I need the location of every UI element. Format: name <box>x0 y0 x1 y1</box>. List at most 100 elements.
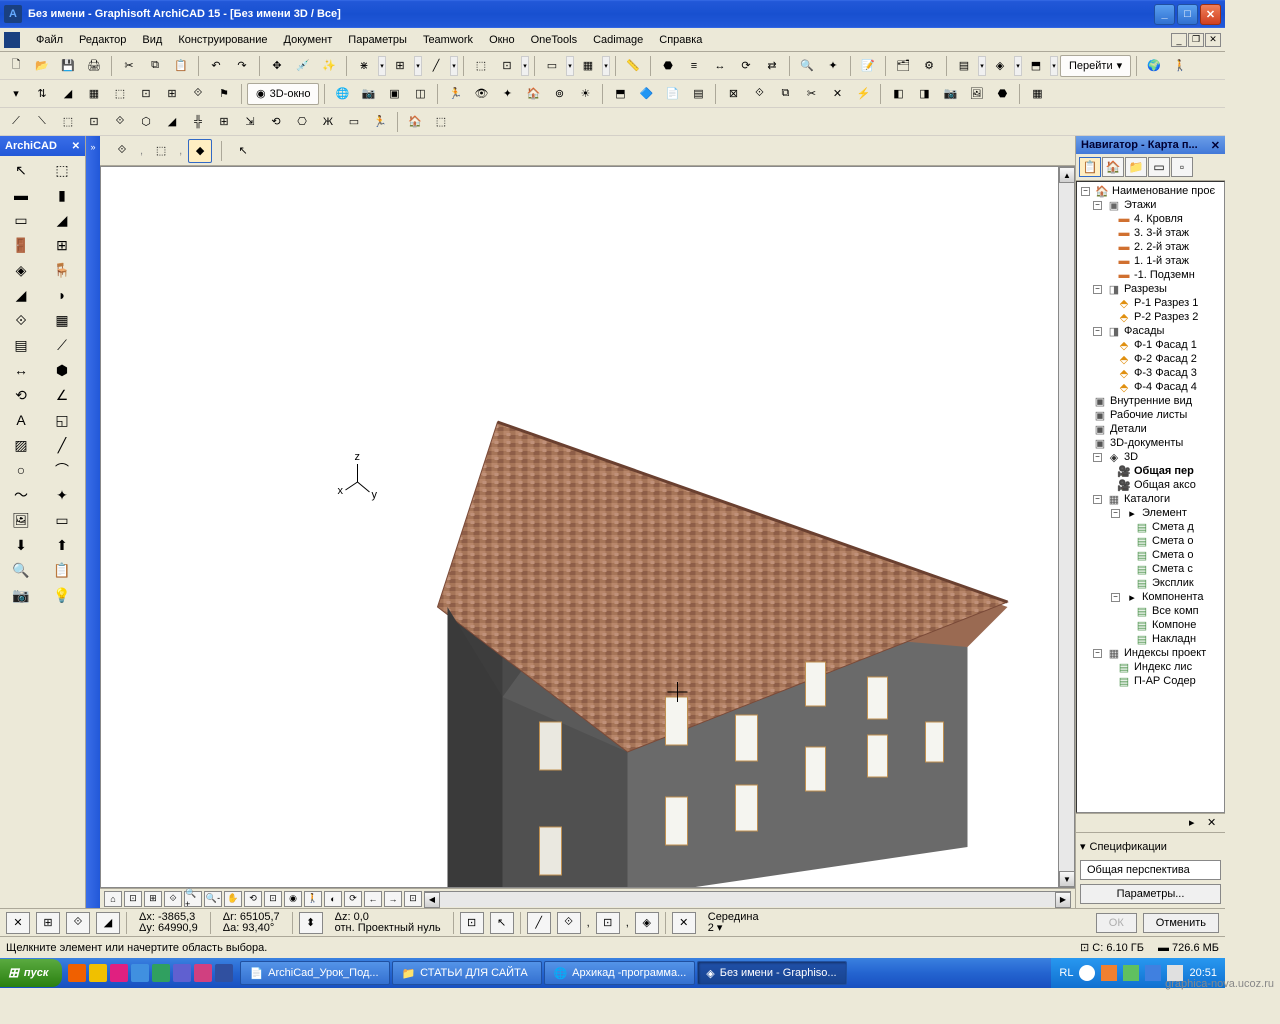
tree-project[interactable]: −🏠Наименование проє <box>1079 184 1222 198</box>
tree-elev-2[interactable]: ⬘Ф-2 Фасад 2 <box>1115 352 1222 366</box>
ql-icon-8[interactable] <box>215 964 233 982</box>
btn-e4[interactable]: ✂ <box>799 82 823 106</box>
tree-3d-axo[interactable]: 🎥Общая аксо <box>1115 478 1222 492</box>
btn-a9[interactable]: ⚑ <box>212 82 236 106</box>
menu-construction[interactable]: Конструирование <box>170 31 275 49</box>
menu-cadimage[interactable]: Cadimage <box>585 31 651 49</box>
btn-d4[interactable]: ▤ <box>686 82 710 106</box>
door-tool[interactable]: 🚪 <box>2 233 40 257</box>
tree-co-1[interactable]: ▤Все комп <box>1133 604 1222 618</box>
walk-icon[interactable]: 🚶 <box>1168 54 1192 78</box>
menu-file[interactable]: Файл <box>28 31 71 49</box>
attrib-icon[interactable]: ⚙ <box>917 54 941 78</box>
btn-f3[interactable]: 📷 <box>938 82 962 106</box>
btn-a6[interactable]: ⊡ <box>134 82 158 106</box>
vbt-6[interactable]: 🔍- <box>204 891 222 907</box>
tree-elevations[interactable]: −◨Фасады <box>1091 324 1222 338</box>
btn-f1[interactable]: ◧ <box>886 82 910 106</box>
vbt-9[interactable]: ⊡ <box>264 891 282 907</box>
tree-sections[interactable]: −◨Разрезы <box>1091 282 1222 296</box>
coord-btn-9[interactable]: ⊡ <box>596 912 620 934</box>
radial-tool[interactable]: ⟲ <box>2 383 40 407</box>
cut-icon[interactable]: ✂ <box>117 54 141 78</box>
vbt-10[interactable]: ◉ <box>284 891 302 907</box>
new-icon[interactable]: 🗋 <box>4 54 28 78</box>
tray-icon-3[interactable] <box>1123 965 1139 981</box>
find-icon[interactable]: 🔍 <box>795 54 819 78</box>
vbt-13[interactable]: ⟳ <box>344 891 362 907</box>
stair-tool[interactable]: ⟋ <box>43 333 81 357</box>
btn-a1[interactable]: ▾ <box>4 82 28 106</box>
task-2[interactable]: 📁 СТАТЬИ ДЛЯ САЙТА <box>392 961 542 985</box>
3d-viewport[interactable]: z x y <box>100 166 1075 888</box>
btn-h3[interactable]: ⬚ <box>56 110 80 134</box>
btn-h6[interactable]: ⬡ <box>134 110 158 134</box>
vbt-3[interactable]: ⊞ <box>144 891 162 907</box>
3dwin-icon[interactable]: ◈ <box>988 54 1012 78</box>
3dwin-dropdown[interactable]: ▾ <box>1014 56 1022 76</box>
snap-icon[interactable]: ⋇ <box>352 54 376 78</box>
btn-a3[interactable]: ◢ <box>56 82 80 106</box>
copy-icon[interactable]: ⧉ <box>143 54 167 78</box>
btn-e6[interactable]: ⚡ <box>851 82 875 106</box>
tree-indexes[interactable]: −▦Индексы проект <box>1091 646 1222 660</box>
object-tool[interactable]: 🪑 <box>43 258 81 282</box>
vbt-8[interactable]: ⟲ <box>244 891 262 907</box>
tree-el-1[interactable]: ▤Смета д <box>1133 520 1222 534</box>
parameters-button[interactable]: Параметры... <box>1080 884 1221 904</box>
vbt-5[interactable]: 🔍+ <box>184 891 202 907</box>
vbt-2[interactable]: ⊡ <box>124 891 142 907</box>
tree-el-2[interactable]: ▤Смета о <box>1133 534 1222 548</box>
tree-interior[interactable]: ▣Внутренние вид <box>1091 394 1222 408</box>
open-icon[interactable]: 📂 <box>30 54 54 78</box>
detail-tool[interactable]: 🔍 <box>2 558 40 582</box>
btn-h13[interactable]: Ж <box>316 110 340 134</box>
ql-icon-5[interactable] <box>152 964 170 982</box>
trace-icon[interactable]: ▭ <box>540 54 564 78</box>
elevation-tool[interactable]: ⬆ <box>43 533 81 557</box>
maximize-button[interactable]: □ <box>1177 4 1198 25</box>
btn-h1[interactable]: ⟋ <box>4 110 28 134</box>
hotspot-tool[interactable]: ✦ <box>43 483 81 507</box>
tree-elev-3[interactable]: ⬘Ф-3 Фасад 3 <box>1115 366 1222 380</box>
coord-btn-1[interactable]: ✕ <box>6 912 30 934</box>
magic-icon[interactable]: ✨ <box>317 54 341 78</box>
btn-d1[interactable]: ⬒ <box>608 82 632 106</box>
minimize-button[interactable]: _ <box>1154 4 1175 25</box>
nav-tab-layout[interactable]: 📁 <box>1125 157 1147 177</box>
task-4[interactable]: ◈ Без имени - Graphiso... <box>697 961 847 985</box>
btn-a4[interactable]: ▦ <box>82 82 106 106</box>
trace2-dropdown[interactable]: ▾ <box>602 56 610 76</box>
tree-el-4[interactable]: ▤Смета с <box>1133 562 1222 576</box>
lang-indicator[interactable]: RL <box>1059 967 1073 979</box>
tree-3d[interactable]: −◈3D <box>1091 450 1222 464</box>
menu-teamwork[interactable]: Teamwork <box>415 31 481 49</box>
btn-h16[interactable]: 🏠 <box>403 110 427 134</box>
ql-icon-1[interactable] <box>68 964 86 982</box>
layers-icon[interactable]: 🗂 <box>891 54 915 78</box>
btn-c2[interactable]: 👁 <box>469 82 493 106</box>
tree-worksheets[interactable]: ▣Рабочие листы <box>1091 408 1222 422</box>
ql-icon-2[interactable] <box>89 964 107 982</box>
tree-schedules[interactable]: −▦Каталоги <box>1091 492 1222 506</box>
nav-tab-view[interactable]: 🏠 <box>1102 157 1124 177</box>
tree-element[interactable]: −▸Элемент <box>1109 506 1222 520</box>
column-tool[interactable]: ▮ <box>43 183 81 207</box>
tray-icon-4[interactable] <box>1145 965 1161 981</box>
grid-icon[interactable]: ⊞ <box>388 54 412 78</box>
curtainwall-tool[interactable]: ▤ <box>2 333 40 357</box>
tree-idx-1[interactable]: ▤Индекс лис <box>1115 660 1222 674</box>
line-tool[interactable]: ╱ <box>43 433 81 457</box>
drawing-tool[interactable]: ▭ <box>43 508 81 532</box>
strip-arrow-icon[interactable]: » <box>90 142 95 152</box>
tree-idx-2[interactable]: ▤П-АР Содер <box>1115 674 1222 688</box>
btn-h17[interactable]: ⬚ <box>429 110 453 134</box>
btn-f4[interactable]: 🖼 <box>964 82 988 106</box>
menu-help[interactable]: Справка <box>651 31 710 49</box>
btn-a7[interactable]: ⊞ <box>160 82 184 106</box>
guide-icon[interactable]: ╱ <box>424 54 448 78</box>
btn-a8[interactable]: ⟐ <box>186 82 210 106</box>
shell-tool[interactable]: ◗ <box>43 283 81 307</box>
btn-c3[interactable]: ✦ <box>495 82 519 106</box>
pointer-icon[interactable]: ✥ <box>265 54 289 78</box>
